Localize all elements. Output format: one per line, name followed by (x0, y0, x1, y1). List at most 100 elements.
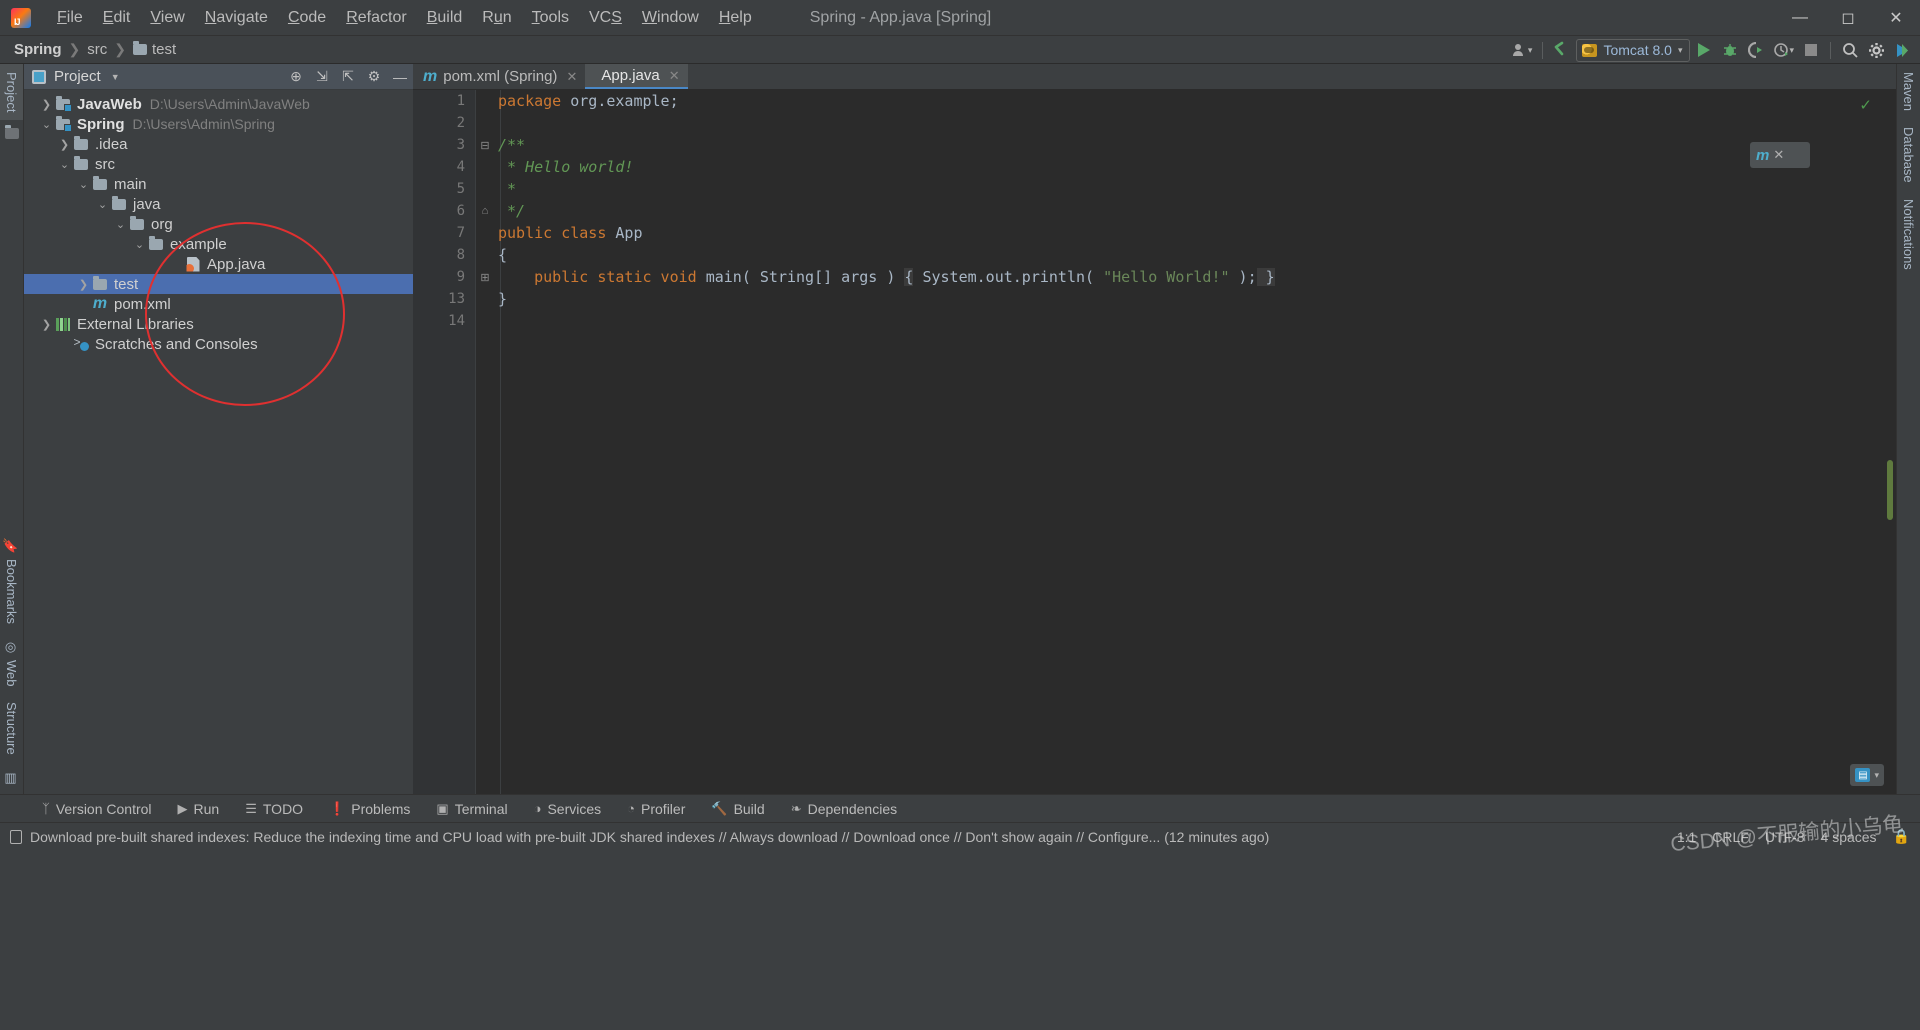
code-editor[interactable]: 1 2 3 4 5 6 7 8 9 13 14 ⊟ ⌂ ⊞ package org.example; /… (413, 90, 1896, 794)
search-everywhere-button[interactable] (1838, 38, 1862, 62)
tree-row-src[interactable]: ⌄ src (24, 154, 413, 174)
menu-code[interactable]: Code (278, 5, 336, 31)
fold-marker[interactable]: ⊞ (476, 266, 494, 288)
fold-marker[interactable]: ⌂ (476, 200, 494, 222)
indent-setting[interactable]: 4 spaces (1821, 829, 1877, 845)
tree-row-javaweb[interactable]: ❯ JavaWeb D:\Users\Admin\JavaWeb (24, 94, 413, 114)
tree-expand-arrow[interactable]: ⌄ (75, 178, 92, 191)
menu-view[interactable]: View (140, 5, 194, 31)
tree-expand-arrow[interactable]: ❯ (38, 318, 55, 331)
tool-window-run[interactable]: ▶ Run (174, 799, 224, 819)
code-content[interactable]: package org.example; /** * Hello world! … (494, 90, 1896, 794)
menu-build[interactable]: Build (417, 5, 473, 31)
sidebar-item-bookmarks[interactable]: 🔖 Bookmarks (0, 530, 23, 632)
tree-row-external-libraries[interactable]: ❯ External Libraries (24, 314, 413, 334)
code-line[interactable]: public class App (498, 222, 1896, 244)
caret-position[interactable]: 1:1 (1677, 829, 1696, 845)
close-button[interactable]: ✕ (1872, 0, 1920, 36)
project-tree[interactable]: ❯ JavaWeb D:\Users\Admin\JavaWeb ⌄ Spring D:\… (24, 90, 413, 794)
tree-expand-arrow[interactable]: ⌄ (112, 218, 129, 231)
tree-row-pom-xml[interactable]: m pom.xml (24, 294, 413, 314)
menu-file[interactable]: File (47, 5, 93, 31)
scrollbar-marker[interactable] (1887, 460, 1893, 520)
plugin-button[interactable] (1890, 38, 1914, 62)
line-separator[interactable]: CRLF (1712, 829, 1749, 845)
tree-expand-arrow[interactable]: ⌄ (56, 158, 73, 171)
menu-run[interactable]: Run (472, 5, 521, 31)
stop-button[interactable] (1799, 38, 1823, 62)
menu-vcs[interactable]: VCS (579, 5, 632, 31)
tree-row-scratches-and-consoles[interactable]: Scratches and Consoles (24, 334, 413, 354)
gear-icon[interactable]: ⚙ (365, 68, 383, 85)
code-line[interactable] (498, 112, 1896, 134)
sidebar-item-structure[interactable]: Structure (0, 694, 23, 763)
run-configuration-selector[interactable]: Tomcat 8.0 ▾ (1576, 38, 1691, 62)
sidebar-item-web[interactable]: ◎ Web (0, 632, 23, 695)
editor-mode-widget[interactable]: ▤ ▾ (1850, 764, 1884, 786)
editor-tab-app[interactable]: App.java ✕ (585, 64, 688, 89)
tool-window-problems[interactable]: ❗ Problems (325, 799, 414, 819)
sidebar-item-project[interactable]: Project (0, 64, 23, 121)
editor-tab-pom[interactable]: m pom.xml (Spring) ✕ (413, 64, 586, 89)
tree-expand-arrow[interactable]: ❯ (56, 138, 73, 151)
user-icon[interactable]: ▾ (1509, 38, 1536, 62)
code-line[interactable]: * (498, 178, 1896, 200)
tool-window-build[interactable]: 🔨 Build (707, 799, 768, 819)
run-with-coverage-button[interactable] (1744, 38, 1768, 62)
file-encoding[interactable]: UTF-8 (1765, 829, 1805, 845)
folder-strip-icon[interactable] (4, 125, 19, 144)
sidebar-item-maven[interactable]: Maven (1897, 64, 1920, 119)
sidebar-item-database[interactable]: Database (1897, 119, 1920, 191)
code-line[interactable]: } (498, 288, 1896, 310)
run-button[interactable] (1692, 38, 1716, 62)
code-line[interactable]: public static void main( String[] args )… (498, 266, 1896, 288)
minimize-button[interactable]: — (1776, 0, 1824, 36)
tree-row--idea[interactable]: ❯ .idea (24, 134, 413, 154)
breadcrumb-test[interactable]: test (129, 40, 180, 59)
breadcrumb-project[interactable]: Spring (10, 40, 66, 59)
editor-tabs[interactable]: m pom.xml (Spring) ✕ App.java ✕ (413, 64, 1896, 90)
code-line[interactable]: */ (498, 200, 1896, 222)
tool-window-dependencies[interactable]: ❧ Dependencies (787, 799, 901, 819)
tree-expand-arrow[interactable]: ⌄ (131, 238, 148, 251)
sidebar-item-notifications[interactable]: Notifications (1897, 191, 1920, 278)
lock-icon[interactable]: 🔒 (1893, 828, 1910, 845)
tree-row-spring[interactable]: ⌄ Spring D:\Users\Admin\Spring (24, 114, 413, 134)
menu-navigate[interactable]: Navigate (195, 5, 278, 31)
maximize-button[interactable]: ◻ (1824, 0, 1872, 36)
close-icon[interactable]: ✕ (669, 68, 680, 84)
status-message[interactable]: Download pre-built shared indexes: Reduc… (30, 829, 1269, 845)
tool-window-profiler[interactable]: ◔ Profiler (623, 799, 689, 819)
tree-row-java[interactable]: ⌄ java (24, 194, 413, 214)
tree-expand-arrow[interactable]: ❯ (75, 278, 92, 291)
code-line[interactable]: /** (498, 134, 1896, 156)
close-icon[interactable]: ✕ (566, 69, 577, 85)
chevron-down-icon[interactable]: ▼ (111, 72, 120, 82)
tree-expand-arrow[interactable]: ❯ (38, 98, 55, 111)
breadcrumb-src[interactable]: src (83, 40, 111, 59)
inspection-status-icon[interactable]: ✓ (1859, 96, 1872, 114)
menu-refactor[interactable]: Refactor (336, 5, 416, 31)
tree-row-test[interactable]: ❯ test (24, 274, 413, 294)
tree-expand-arrow[interactable]: ⌄ (38, 118, 55, 131)
settings-button[interactable] (1864, 38, 1888, 62)
tree-expand-arrow[interactable]: ⌄ (94, 198, 111, 211)
hide-icon[interactable]: — (391, 69, 409, 85)
sidebar-item-structure-icon[interactable]: ▥ (0, 763, 23, 794)
code-line[interactable] (498, 310, 1896, 332)
maven-reload-widget[interactable]: m ✕ (1750, 142, 1810, 168)
collapse-icon[interactable]: ⇱ (339, 68, 357, 85)
menu-window[interactable]: Window (632, 5, 709, 31)
close-icon[interactable]: ✕ (1773, 147, 1784, 163)
menu-tools[interactable]: Tools (522, 5, 579, 31)
code-line[interactable]: { (498, 244, 1896, 266)
tool-window-todo[interactable]: ☰ TODO (241, 799, 307, 819)
tool-window-version-control[interactable]: ᛉ Version Control (38, 799, 156, 819)
tool-window-terminal[interactable]: ▣ Terminal (432, 799, 511, 819)
menu-edit[interactable]: Edit (93, 5, 141, 31)
expand-icon[interactable]: ⇲ (313, 68, 331, 85)
update-arrow-icon[interactable] (1550, 38, 1574, 62)
tree-row-app-java[interactable]: App.java (24, 254, 413, 274)
code-line[interactable]: package org.example; (498, 90, 1896, 112)
tree-row-example[interactable]: ⌄ example (24, 234, 413, 254)
